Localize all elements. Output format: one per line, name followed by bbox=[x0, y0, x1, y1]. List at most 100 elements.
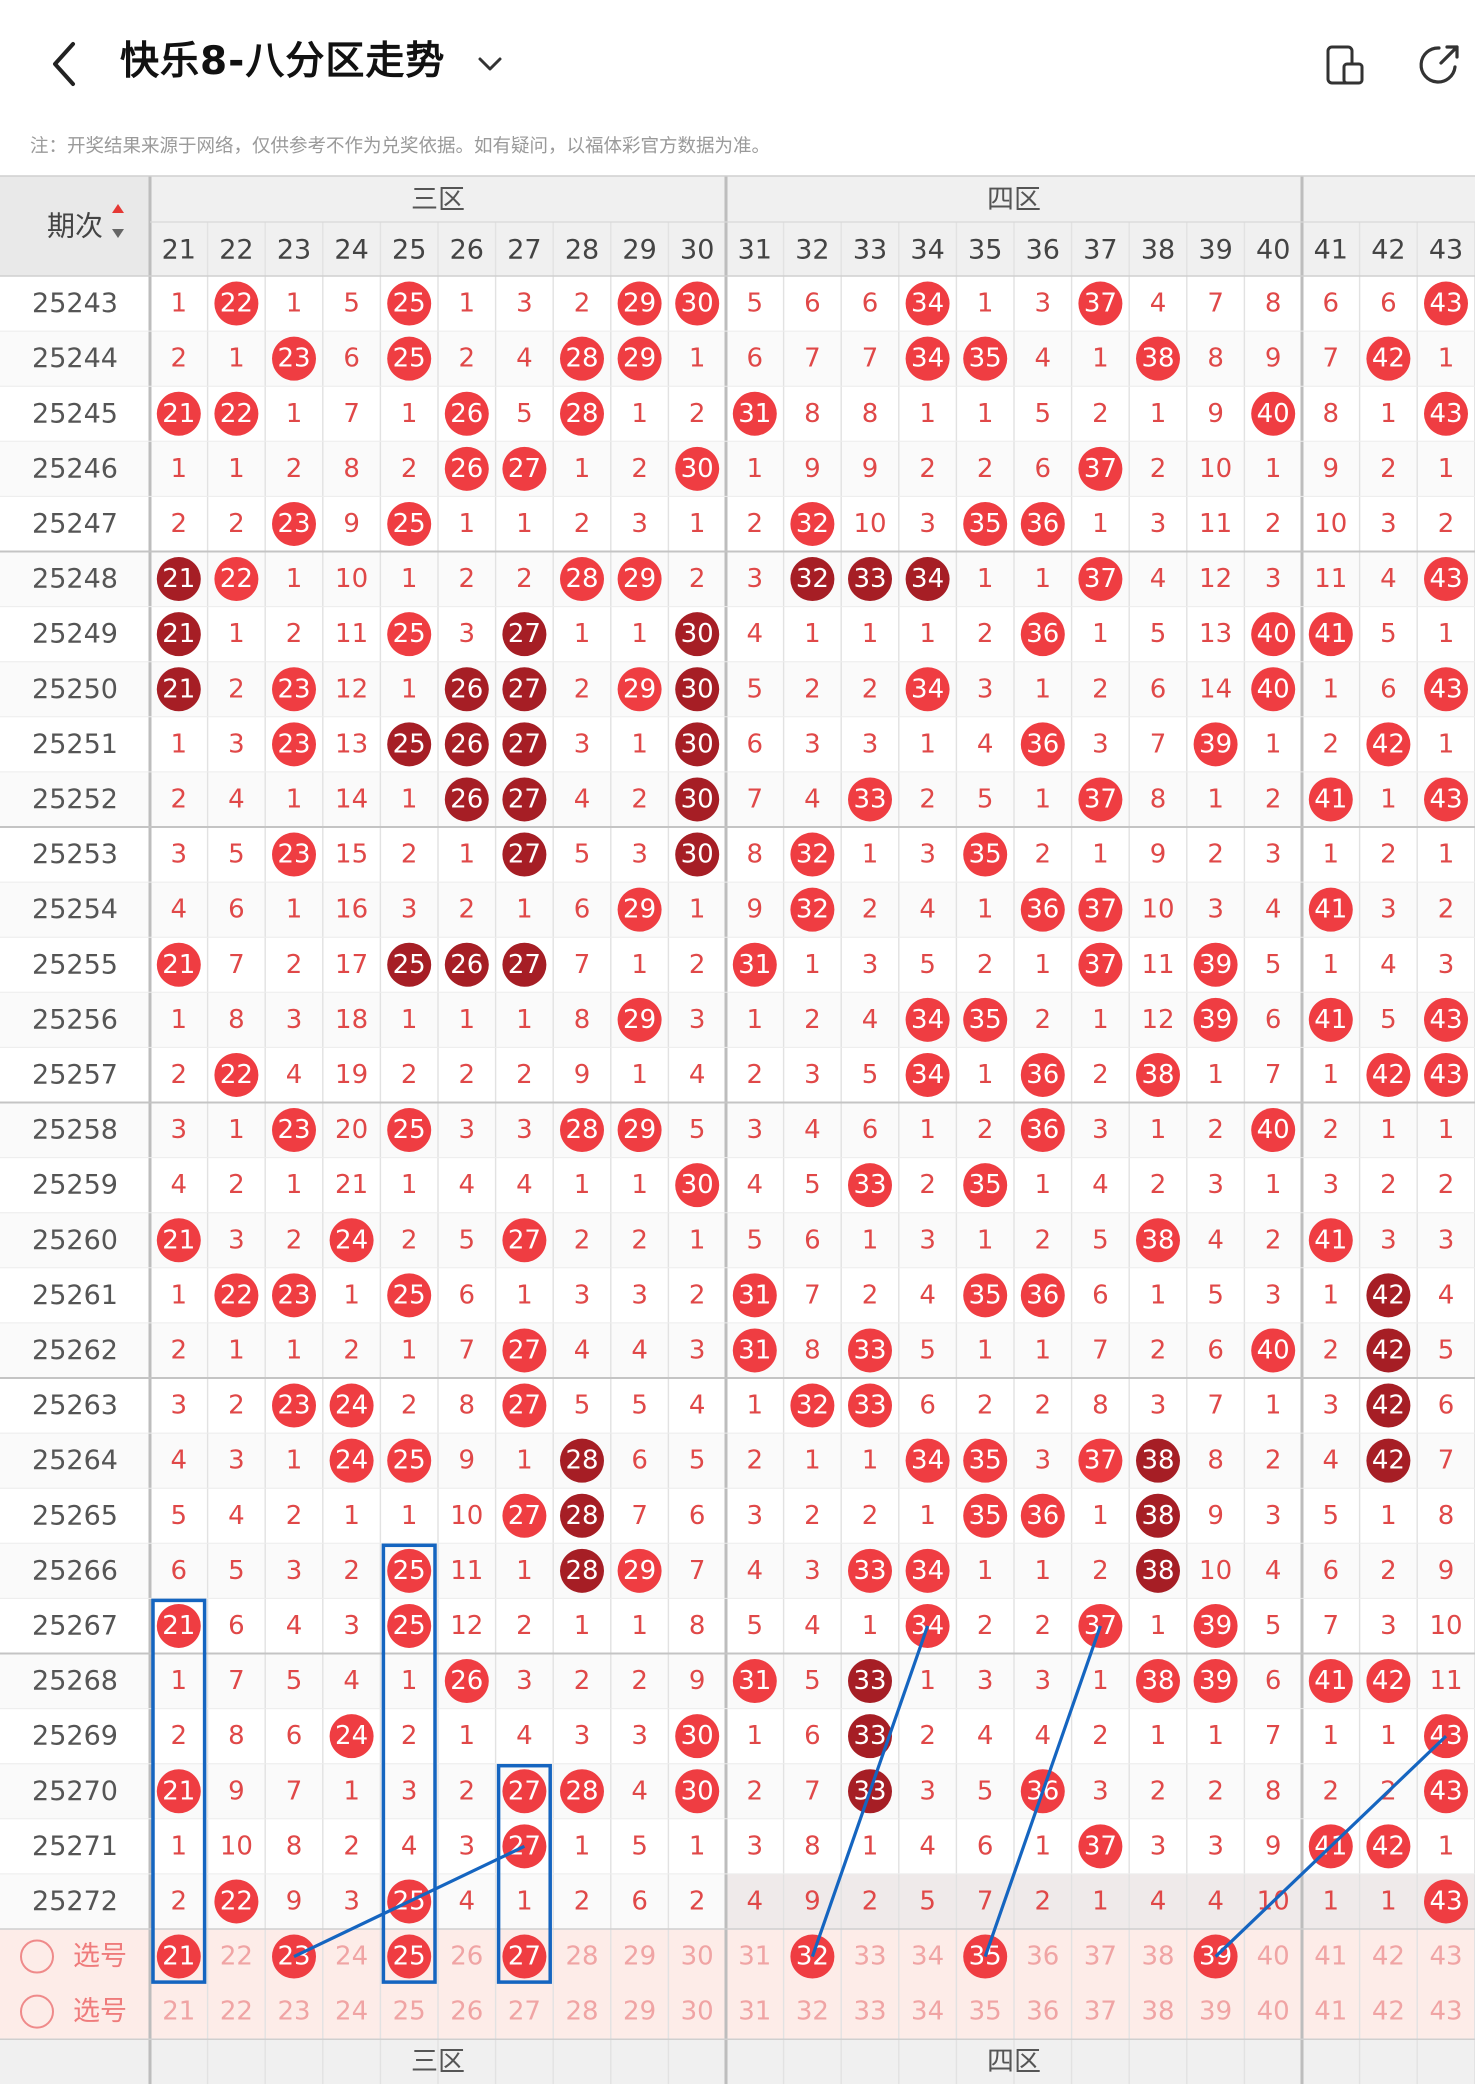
miss-count: 2 bbox=[286, 454, 303, 484]
select-cell[interactable] bbox=[438, 1984, 496, 2039]
select-cell[interactable] bbox=[1014, 1984, 1072, 2039]
hit-number: 21 bbox=[162, 564, 195, 594]
hit-number: 29 bbox=[623, 289, 656, 319]
select-cell[interactable] bbox=[1129, 1929, 1187, 1984]
miss-count: 1 bbox=[401, 1335, 418, 1365]
miss-count: 1 bbox=[171, 729, 188, 759]
select-cell[interactable] bbox=[1244, 1984, 1302, 2039]
select-cell[interactable] bbox=[323, 1984, 381, 2039]
period-cell: 25253 bbox=[32, 839, 118, 870]
miss-count: 10 bbox=[450, 1501, 483, 1531]
hit-number: 43 bbox=[1429, 1005, 1462, 1035]
select-cell[interactable] bbox=[1417, 1929, 1475, 1984]
miss-count: 5 bbox=[747, 289, 764, 319]
miss-count: 2 bbox=[747, 1060, 764, 1090]
miss-count: 2 bbox=[1035, 1391, 1052, 1421]
miss-count: 2 bbox=[689, 1280, 706, 1310]
miss-count: 1 bbox=[1150, 1721, 1167, 1751]
miss-count: 3 bbox=[1150, 1831, 1167, 1861]
period-cell: 25272 bbox=[32, 1886, 118, 1917]
miss-count: 7 bbox=[1323, 1611, 1340, 1641]
select-cell[interactable] bbox=[208, 1929, 266, 1984]
select-cell[interactable] bbox=[1072, 1984, 1130, 2039]
miss-count: 3 bbox=[919, 1776, 936, 1806]
hit-number: 21 bbox=[162, 1611, 195, 1641]
miss-count: 1 bbox=[977, 1225, 994, 1255]
hit-number: 25 bbox=[393, 950, 426, 980]
select-cell[interactable] bbox=[150, 1984, 208, 2039]
select-cell[interactable] bbox=[1129, 1984, 1187, 2039]
miss-count: 2 bbox=[862, 895, 879, 925]
hit-number: 43 bbox=[1429, 1060, 1462, 1090]
hit-number: 43 bbox=[1429, 1886, 1462, 1916]
select-cell[interactable] bbox=[841, 1929, 899, 1984]
select-cell[interactable] bbox=[1360, 1929, 1418, 1984]
select-cell[interactable] bbox=[899, 1984, 957, 2039]
miss-count: 6 bbox=[1092, 1280, 1109, 1310]
select-cell[interactable] bbox=[899, 1929, 957, 1984]
miss-count: 3 bbox=[459, 1115, 476, 1145]
select-cell[interactable] bbox=[1244, 1929, 1302, 1984]
select-cell[interactable] bbox=[265, 1984, 323, 2039]
select-cell[interactable] bbox=[553, 1929, 611, 1984]
hit-number: 25 bbox=[393, 619, 426, 649]
period-cell: 25263 bbox=[32, 1390, 118, 1421]
hit-number: 22 bbox=[220, 1280, 253, 1310]
miss-count: 1 bbox=[1035, 1831, 1052, 1861]
select-cell[interactable] bbox=[208, 1984, 266, 2039]
miss-count: 11 bbox=[1141, 950, 1174, 980]
miss-count: 7 bbox=[1092, 1335, 1109, 1365]
select-cell[interactable] bbox=[380, 1984, 438, 2039]
select-cell[interactable] bbox=[784, 1984, 842, 2039]
period-cell: 25270 bbox=[32, 1776, 118, 1807]
select-cell[interactable] bbox=[668, 1929, 726, 1984]
miss-count: 8 bbox=[1265, 1776, 1282, 1806]
period-cell: 25268 bbox=[32, 1666, 118, 1697]
miss-count: 4 bbox=[804, 1611, 821, 1641]
select-cell[interactable] bbox=[611, 1929, 669, 1984]
hit-number: 24 bbox=[335, 1446, 368, 1476]
miss-count: 2 bbox=[401, 1060, 418, 1090]
select-cell[interactable] bbox=[1014, 1929, 1072, 1984]
miss-count: 2 bbox=[1265, 784, 1282, 814]
miss-count: 9 bbox=[1207, 399, 1224, 429]
select-cell[interactable] bbox=[668, 1984, 726, 2039]
select-cell[interactable] bbox=[726, 1984, 784, 2039]
miss-count: 7 bbox=[804, 1776, 821, 1806]
hit-number: 30 bbox=[681, 729, 714, 759]
select-cell[interactable] bbox=[1417, 1984, 1475, 2039]
select-cell[interactable] bbox=[1072, 1929, 1130, 1984]
hit-number: 25 bbox=[393, 289, 426, 319]
miss-count: 3 bbox=[747, 1831, 764, 1861]
select-cell[interactable] bbox=[1302, 1929, 1360, 1984]
miss-count: 1 bbox=[228, 619, 245, 649]
select-cell[interactable] bbox=[1302, 1984, 1360, 2039]
miss-count: 3 bbox=[1380, 509, 1397, 539]
miss-count: 1 bbox=[1323, 840, 1340, 870]
miss-count: 1 bbox=[631, 950, 648, 980]
select-cell[interactable] bbox=[841, 1984, 899, 2039]
select-cell[interactable] bbox=[553, 1984, 611, 2039]
column-header-31: 31 bbox=[738, 235, 772, 266]
miss-count: 1 bbox=[574, 1831, 591, 1861]
miss-count: 2 bbox=[1438, 509, 1455, 539]
select-cell[interactable] bbox=[726, 1929, 784, 1984]
hit-number: 21 bbox=[162, 1225, 195, 1255]
select-cell[interactable] bbox=[611, 1984, 669, 2039]
select-cell[interactable] bbox=[438, 1929, 496, 1984]
miss-count: 2 bbox=[401, 1721, 418, 1751]
miss-count: 2 bbox=[401, 840, 418, 870]
miss-count: 3 bbox=[1150, 1391, 1167, 1421]
miss-count: 1 bbox=[977, 895, 994, 925]
hit-number: 38 bbox=[1141, 1225, 1174, 1255]
select-cell[interactable] bbox=[1360, 1984, 1418, 2039]
miss-count: 3 bbox=[516, 1115, 533, 1145]
miss-count: 1 bbox=[1035, 1335, 1052, 1365]
select-cell[interactable] bbox=[1187, 1984, 1245, 2039]
miss-count: 8 bbox=[689, 1611, 706, 1641]
miss-count: 3 bbox=[1207, 1170, 1224, 1200]
select-cell[interactable] bbox=[496, 1984, 554, 2039]
miss-count: 1 bbox=[516, 1446, 533, 1476]
hit-number: 30 bbox=[681, 784, 714, 814]
select-cell[interactable] bbox=[956, 1984, 1014, 2039]
